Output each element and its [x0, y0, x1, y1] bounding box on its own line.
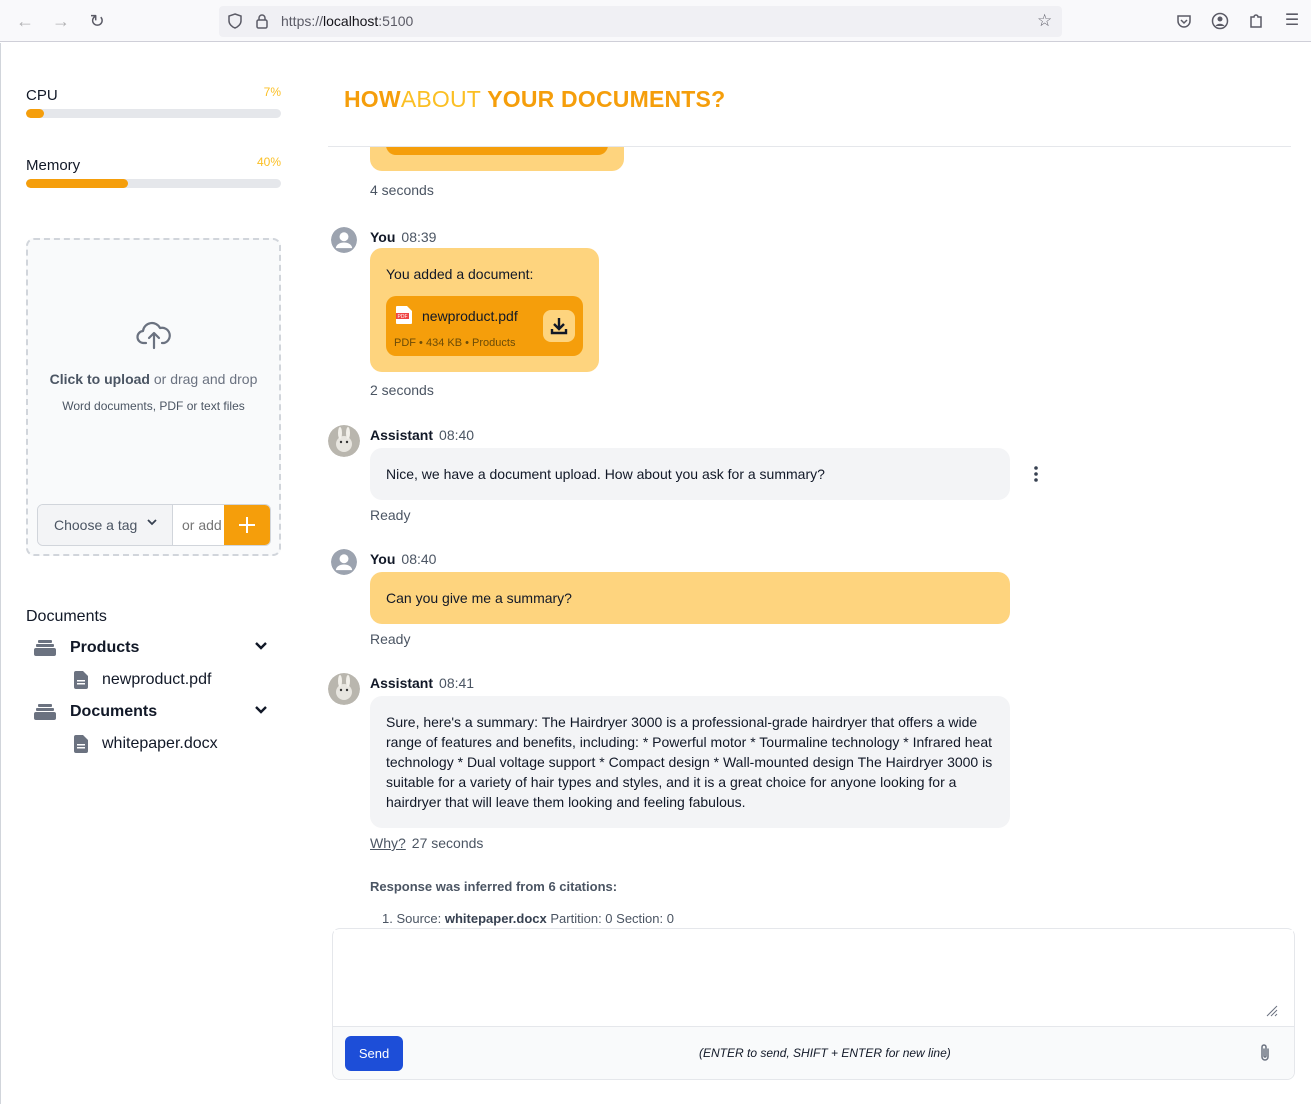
folder-name: Documents [70, 703, 158, 720]
memory-label: Memory [26, 157, 81, 174]
message-status: Ready [370, 631, 411, 647]
page-title: HOWABOUT YOUR DOCUMENTS? [344, 86, 726, 112]
assistant-avatar-icon [328, 673, 360, 705]
message-header: You 08:39 [370, 229, 437, 245]
document-icon [74, 735, 88, 753]
message-status: 4 seconds [370, 182, 434, 198]
folder-name: Products [70, 639, 140, 656]
message-bubble: Nice, we have a document upload. How abo… [370, 448, 1010, 500]
assistant-avatar-icon [328, 425, 360, 457]
folder-stack-icon [34, 704, 56, 720]
more-options-icon[interactable] [1033, 465, 1039, 483]
chevron-down-icon [147, 519, 157, 526]
message-bubble: You added a document: PDF newproduct.pdf… [370, 248, 599, 372]
file-name: newproduct.pdf [102, 671, 212, 688]
url-text[interactable]: https://localhost:5100 [281, 13, 413, 29]
message-status: Why? 27 seconds [370, 835, 484, 851]
plus-icon [239, 517, 255, 533]
chevron-down-icon[interactable] [254, 703, 268, 717]
back-arrow-icon[interactable]: ← [15, 11, 35, 31]
user-avatar-icon [331, 227, 357, 253]
menu-icon[interactable]: ☰ [1282, 11, 1302, 31]
send-button[interactable]: Send [345, 1036, 403, 1071]
upload-file-types: Word documents, PDF or text files [62, 399, 245, 413]
attachment-card[interactable]: PDF newproduct.pdf PDF • 434 KB • Produc… [386, 296, 583, 356]
browser-toolbar: ← → ↻ https://localhost:5100 ☆ ☰ [0, 0, 1311, 42]
folder-documents[interactable]: Documents [34, 701, 274, 725]
cpu-bar-track [26, 109, 281, 118]
svg-text:PDF: PDF [398, 314, 408, 320]
memory-bar-fill [26, 179, 128, 188]
resize-handle-icon[interactable] [1264, 1003, 1278, 1017]
why-link[interactable]: Why? [370, 835, 406, 851]
message-bubble: Can you give me a summary? [370, 572, 1010, 624]
sidebar: CPU 7% Memory 40% Click to upload or dra… [0, 43, 305, 1104]
chat-history[interactable]: 4 seconds You 08:39 You added a document:… [328, 147, 1291, 926]
document-icon [74, 671, 88, 689]
message-text: Can you give me a summary? [386, 590, 572, 606]
pocket-icon[interactable] [1174, 11, 1194, 31]
add-tag-button[interactable] [224, 505, 270, 545]
attachment-meta: PDF • 434 KB • Products [394, 337, 516, 349]
bookmark-star-icon[interactable]: ☆ [1037, 11, 1052, 31]
new-tag-input[interactable] [174, 505, 228, 545]
documents-heading: Documents [26, 608, 107, 625]
previous-file-card [386, 147, 608, 155]
upload-dropzone[interactable]: Click to upload or drag and drop Word do… [26, 238, 281, 556]
chevron-down-icon[interactable] [254, 639, 268, 653]
folder-stack-icon [34, 640, 56, 656]
download-button[interactable] [543, 310, 575, 342]
citation-item: 1. Source: whitepaper.docx Partition: 0 … [382, 911, 674, 926]
cpu-value: 7% [263, 85, 281, 99]
message-header: You 08:40 [370, 551, 437, 567]
message-text: You added a document: [386, 266, 534, 282]
message-bubble: Sure, here's a summary: The Hairdryer 30… [370, 696, 1010, 828]
memory-bar-track [26, 179, 281, 188]
forward-arrow-icon[interactable]: → [51, 11, 71, 31]
attachment-name: newproduct.pdf [422, 308, 518, 324]
tag-row: Choose a tag [37, 504, 271, 546]
message-header: Assistant 08:41 [370, 675, 475, 691]
memory-value: 40% [256, 155, 281, 169]
send-hint: (ENTER to send, SHIFT + ENTER for new li… [699, 1046, 951, 1060]
memory-meter: Memory 40% [26, 155, 281, 188]
message-text: Sure, here's a summary: The Hairdryer 30… [386, 714, 993, 810]
message-input[interactable] [334, 930, 1293, 1026]
message-status: Ready [370, 507, 411, 523]
message-text: Nice, we have a document upload. How abo… [386, 466, 825, 482]
shield-icon[interactable] [228, 13, 242, 29]
paperclip-icon[interactable] [1258, 1043, 1272, 1063]
cpu-bar-fill [26, 109, 44, 118]
address-bar[interactable]: https://localhost:5100 ☆ [219, 6, 1062, 37]
file-name: whitepaper.docx [102, 735, 218, 752]
upload-instructions: Click to upload or drag and drop [49, 371, 258, 387]
reload-icon[interactable]: ↻ [87, 11, 107, 31]
previous-message-bubble [370, 147, 624, 171]
account-icon[interactable] [1210, 11, 1230, 31]
message-status: 2 seconds [370, 382, 434, 398]
cpu-label: CPU [26, 87, 58, 104]
cloud-upload-icon [136, 321, 171, 350]
user-avatar-icon [331, 549, 357, 575]
pdf-file-icon: PDF [396, 306, 412, 324]
tag-select[interactable]: Choose a tag [38, 505, 173, 545]
lock-icon[interactable] [255, 13, 269, 29]
cpu-meter: CPU 7% [26, 85, 281, 118]
message-composer: Send (ENTER to send, SHIFT + ENTER for n… [332, 928, 1295, 1080]
download-icon [550, 318, 568, 335]
citations-title: Response was inferred from 6 citations: [370, 879, 618, 894]
composer-toolbar: Send (ENTER to send, SHIFT + ENTER for n… [333, 1026, 1294, 1079]
message-header: Assistant 08:40 [370, 427, 475, 443]
extensions-icon[interactable] [1246, 11, 1266, 31]
folder-products[interactable]: Products [34, 637, 274, 661]
